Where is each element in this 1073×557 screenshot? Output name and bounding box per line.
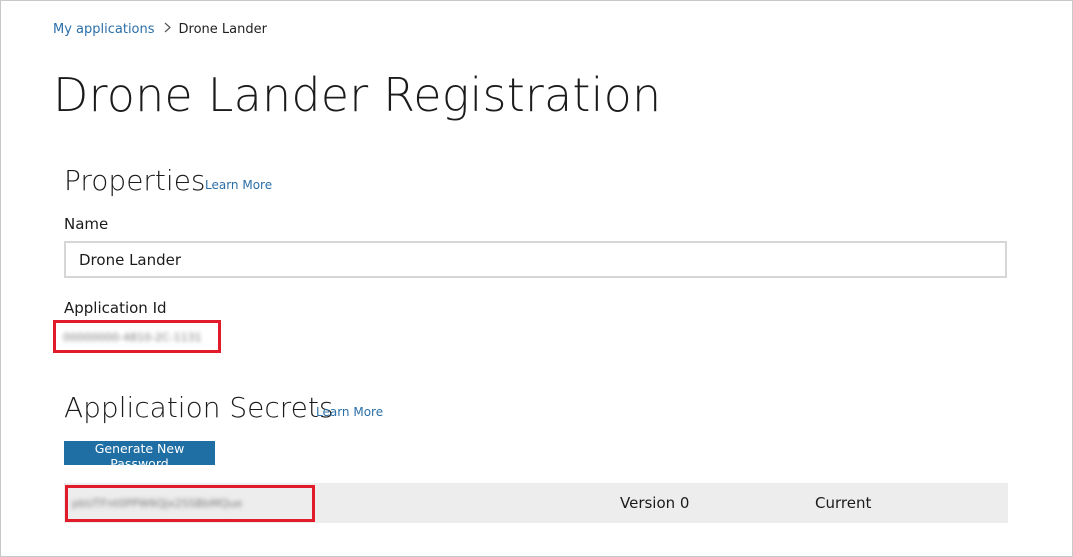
application-id-highlight-box: [53, 320, 221, 353]
secret-version: Version 0: [620, 494, 690, 512]
name-input[interactable]: [64, 241, 1007, 278]
properties-learn-more-link[interactable]: Learn More: [205, 178, 272, 192]
generate-new-password-button[interactable]: Generate New Password: [64, 441, 215, 471]
properties-heading: Properties: [64, 164, 206, 197]
chevron-right-icon: [164, 22, 171, 37]
breadcrumb: My applications Drone Lander: [53, 22, 267, 37]
secrets-learn-more-link[interactable]: Learn More: [316, 405, 383, 419]
breadcrumb-current: Drone Lander: [178, 22, 267, 37]
application-id-label: Application Id: [64, 299, 167, 317]
breadcrumb-my-applications-link[interactable]: My applications: [53, 22, 155, 37]
application-secrets-heading: Application Secrets: [64, 391, 334, 424]
name-label: Name: [64, 215, 109, 233]
secret-status: Current: [815, 494, 872, 512]
secret-highlight-box: [65, 485, 315, 522]
page-title: Drone Lander Registration: [53, 68, 662, 122]
